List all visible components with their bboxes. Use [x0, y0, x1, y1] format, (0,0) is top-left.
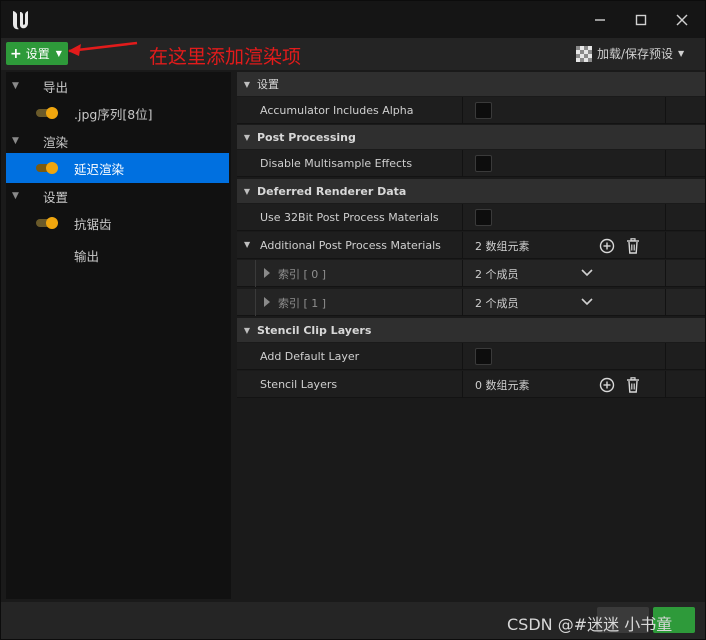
tree-category-settings[interactable]: ▼ 设置	[6, 182, 229, 210]
tree-item-deferred-rendering[interactable]: 延迟渲染	[6, 153, 229, 183]
render-settings-window: + 设置 ▼ 在这里添加渲染项 加载/保存预设 ▼ ▼ 导出 .jpg序列[8位…	[0, 0, 706, 640]
settings-tree-panel: ▼ 导出 .jpg序列[8位] ▼ 渲染 延迟渲染 ▼ 设置 抗锯齿 输出	[6, 72, 231, 599]
preset-checker-icon	[576, 45, 592, 62]
add-settings-label: 设置	[25, 47, 50, 61]
trash-icon[interactable]	[624, 376, 642, 394]
prop-row-disable-msaa: Disable Multisample Effects	[237, 150, 705, 177]
array-count-value: 0 数组元素	[475, 378, 530, 392]
add-element-icon[interactable]	[598, 237, 616, 255]
prop-row-add-default-layer: Add Default Layer	[237, 343, 705, 370]
section-title: Deferred Renderer Data	[257, 184, 407, 198]
prop-row-index-1: 索引 [ 1 ] 2 个成员	[237, 289, 705, 316]
member-count-value: 2 个成员	[475, 267, 519, 281]
tree-label: 导出	[43, 79, 69, 95]
expand-arrow-icon[interactable]	[263, 297, 271, 307]
tree-label: .jpg序列[8位]	[74, 106, 153, 122]
add-settings-button[interactable]: + 设置 ▼	[6, 42, 68, 65]
toggle-switch-icon[interactable]	[36, 107, 60, 119]
chevron-down-icon[interactable]	[581, 297, 593, 307]
close-icon[interactable]	[667, 7, 697, 33]
use-32bit-checkbox[interactable]	[475, 209, 492, 226]
trash-icon[interactable]	[624, 237, 642, 255]
chevron-down-icon[interactable]	[581, 268, 593, 278]
tree-label: 延迟渲染	[74, 161, 125, 177]
prop-label: Disable Multisample Effects	[260, 157, 413, 170]
accumulator-alpha-checkbox[interactable]	[475, 102, 492, 119]
prop-row-use-32bit: Use 32Bit Post Process Materials	[237, 204, 705, 231]
member-count-value: 2 个成员	[475, 296, 519, 310]
section-header-stencil-clip-layers[interactable]: ▼ Stencil Clip Layers	[237, 318, 705, 342]
toggle-switch-icon[interactable]	[36, 217, 60, 229]
prop-label: Stencil Layers	[260, 378, 338, 391]
collapse-arrow-icon[interactable]: ▼	[244, 240, 250, 249]
annotation-arrow-icon	[68, 41, 138, 56]
tree-label: 抗锯齿	[74, 216, 112, 232]
tree-item-jpg-sequence[interactable]: .jpg序列[8位]	[6, 99, 229, 127]
collapse-arrow-icon[interactable]: ▼	[237, 133, 257, 142]
tree-label: 渲染	[43, 134, 69, 150]
add-default-layer-checkbox[interactable]	[475, 348, 492, 365]
expand-arrow-icon[interactable]	[263, 268, 271, 278]
section-title: Stencil Clip Layers	[257, 323, 372, 337]
preset-label: 加载/保存预设	[597, 47, 674, 61]
plus-icon: +	[10, 45, 22, 62]
tree-item-anti-aliasing[interactable]: 抗锯齿	[6, 209, 229, 237]
load-save-preset-button[interactable]: 加载/保存预设 ▼	[576, 45, 684, 62]
section-title: 设置	[257, 78, 279, 91]
unreal-logo-icon	[7, 7, 33, 33]
collapse-arrow-icon[interactable]: ▼	[237, 187, 257, 196]
caret-down-icon: ▼	[55, 49, 62, 58]
tree-category-rendering[interactable]: ▼ 渲染	[6, 127, 229, 155]
tree-category-export[interactable]: ▼ 导出	[6, 72, 229, 100]
disable-msaa-checkbox[interactable]	[475, 155, 492, 172]
collapse-arrow-icon[interactable]: ▼	[237, 326, 257, 335]
array-count-value: 2 数组元素	[475, 239, 530, 253]
tree-label: 设置	[43, 189, 69, 205]
section-title: Post Processing	[257, 130, 356, 144]
prop-row-additional-materials: ▼ Additional Post Process Materials 2 数组…	[237, 232, 705, 259]
toggle-switch-icon[interactable]	[36, 162, 60, 174]
tree-label: 输出	[74, 248, 100, 264]
section-header-post-processing[interactable]: ▼ Post Processing	[237, 125, 705, 149]
watermark-text: CSDN @#迷迷 小书童	[507, 615, 673, 634]
prop-label: Accumulator Includes Alpha	[260, 104, 414, 117]
caret-down-icon: ▼	[678, 49, 685, 58]
prop-label: Use 32Bit Post Process Materials	[260, 211, 439, 224]
prop-row-accumulator-alpha: Accumulator Includes Alpha	[237, 97, 705, 124]
maximize-icon[interactable]	[626, 7, 656, 33]
title-bar	[1, 1, 705, 38]
annotation-text: 在这里添加渲染项	[149, 46, 302, 68]
collapse-arrow-icon[interactable]: ▼	[237, 80, 257, 89]
prop-row-index-0: 索引 [ 0 ] 2 个成员	[237, 260, 705, 287]
section-header-deferred-renderer-data[interactable]: ▼ Deferred Renderer Data	[237, 179, 705, 203]
tree-item-output[interactable]: 输出	[6, 241, 229, 269]
prop-row-stencil-layers: Stencil Layers 0 数组元素	[237, 371, 705, 398]
prop-label: Additional Post Process Materials	[260, 239, 441, 252]
collapse-arrow-icon[interactable]: ▼	[12, 136, 22, 146]
prop-label: 索引 [ 0 ]	[278, 267, 327, 281]
collapse-arrow-icon[interactable]: ▼	[12, 191, 22, 201]
minimize-icon[interactable]	[585, 7, 615, 33]
prop-label: 索引 [ 1 ]	[278, 296, 327, 310]
section-header-settings[interactable]: ▼ 设置	[237, 72, 705, 96]
prop-label: Add Default Layer	[260, 350, 360, 363]
collapse-arrow-icon[interactable]: ▼	[12, 81, 22, 91]
details-panel: ▼ 设置 Accumulator Includes Alpha ▼ Post P…	[237, 72, 705, 602]
add-element-icon[interactable]	[598, 376, 616, 394]
